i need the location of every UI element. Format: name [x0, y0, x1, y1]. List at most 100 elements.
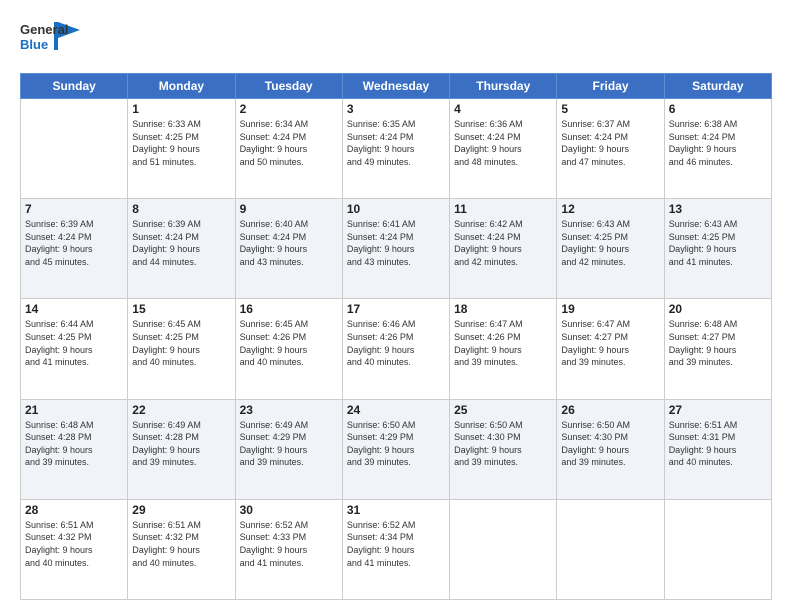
calendar-cell: 28Sunrise: 6:51 AM Sunset: 4:32 PM Dayli… — [21, 499, 128, 599]
day-number: 23 — [240, 403, 338, 417]
day-number: 14 — [25, 302, 123, 316]
day-info: Sunrise: 6:46 AM Sunset: 4:26 PM Dayligh… — [347, 318, 445, 368]
day-number: 4 — [454, 102, 552, 116]
weekday-header-friday: Friday — [557, 74, 664, 99]
calendar-cell: 1 Sunrise: 6:33 AM Sunset: 4:25 PM Daylig… — [128, 99, 235, 199]
weekday-header-thursday: Thursday — [450, 74, 557, 99]
day-info: Sunrise: 6:52 AM Sunset: 4:33 PM Dayligh… — [240, 519, 338, 569]
calendar-cell: 31 Sunrise: 6:52 AM Sunset: 4:34 PM Dayli… — [342, 499, 449, 599]
calendar-cell: 6 Sunrise: 6:38 AM Sunset: 4:24 PM Daylig… — [664, 99, 771, 199]
week-row-3: 14 Sunrise: 6:44 AM Sunset: 4:25 PM Dayli… — [21, 299, 772, 399]
calendar-cell: 19 Sunrise: 6:47 AM Sunset: 4:27 PM Dayli… — [557, 299, 664, 399]
day-number: 20 — [669, 302, 767, 316]
day-info: Sunrise: 6:47 AM Sunset: 4:26 PM Dayligh… — [454, 318, 552, 368]
calendar-cell — [21, 99, 128, 199]
day-number: 3 — [347, 102, 445, 116]
calendar-cell: 10Sunrise: 6:41 AM Sunset: 4:24 PM Dayli… — [342, 199, 449, 299]
calendar-cell: 4Sunrise: 6:36 AM Sunset: 4:24 PM Daylig… — [450, 99, 557, 199]
calendar-cell: 14 Sunrise: 6:44 AM Sunset: 4:25 PM Dayli… — [21, 299, 128, 399]
day-info: Sunrise: 6:49 AM Sunset: 4:28 PM Dayligh… — [132, 419, 230, 469]
weekday-header-saturday: Saturday — [664, 74, 771, 99]
day-number: 26 — [561, 403, 659, 417]
svg-text:Blue: Blue — [20, 37, 48, 52]
day-number: 9 — [240, 202, 338, 216]
day-number: 15 — [132, 302, 230, 316]
day-info: Sunrise: 6:37 AM Sunset: 4:24 PM Dayligh… — [561, 118, 659, 168]
calendar-cell: 5 Sunrise: 6:37 AM Sunset: 4:24 PM Daylig… — [557, 99, 664, 199]
day-info: Sunrise: 6:47 AM Sunset: 4:27 PM Dayligh… — [561, 318, 659, 368]
calendar-cell: 3 Sunrise: 6:35 AM Sunset: 4:24 PM Daylig… — [342, 99, 449, 199]
calendar-cell — [664, 499, 771, 599]
day-number: 1 — [132, 102, 230, 116]
week-row-1: 1 Sunrise: 6:33 AM Sunset: 4:25 PM Daylig… — [21, 99, 772, 199]
day-number: 17 — [347, 302, 445, 316]
calendar-cell: 25 Sunrise: 6:50 AM Sunset: 4:30 PM Dayli… — [450, 399, 557, 499]
day-info: Sunrise: 6:39 AM Sunset: 4:24 PM Dayligh… — [132, 218, 230, 268]
day-number: 29 — [132, 503, 230, 517]
day-number: 12 — [561, 202, 659, 216]
day-number: 11 — [454, 202, 552, 216]
calendar-cell: 24Sunrise: 6:50 AM Sunset: 4:29 PM Dayli… — [342, 399, 449, 499]
logo: General Blue — [20, 16, 130, 63]
day-info: Sunrise: 6:52 AM Sunset: 4:34 PM Dayligh… — [347, 519, 445, 569]
logo-text: General Blue — [20, 16, 130, 63]
week-row-4: 21 Sunrise: 6:48 AM Sunset: 4:28 PM Dayli… — [21, 399, 772, 499]
calendar-cell: 21 Sunrise: 6:48 AM Sunset: 4:28 PM Dayli… — [21, 399, 128, 499]
weekday-header-tuesday: Tuesday — [235, 74, 342, 99]
calendar-cell: 2 Sunrise: 6:34 AM Sunset: 4:24 PM Daylig… — [235, 99, 342, 199]
day-number: 6 — [669, 102, 767, 116]
calendar-cell: 30Sunrise: 6:52 AM Sunset: 4:33 PM Dayli… — [235, 499, 342, 599]
day-info: Sunrise: 6:50 AM Sunset: 4:29 PM Dayligh… — [347, 419, 445, 469]
calendar-cell: 22 Sunrise: 6:49 AM Sunset: 4:28 PM Dayli… — [128, 399, 235, 499]
calendar-cell: 12Sunrise: 6:43 AM Sunset: 4:25 PM Dayli… — [557, 199, 664, 299]
day-info: Sunrise: 6:34 AM Sunset: 4:24 PM Dayligh… — [240, 118, 338, 168]
weekday-header-wednesday: Wednesday — [342, 74, 449, 99]
day-number: 2 — [240, 102, 338, 116]
day-info: Sunrise: 6:48 AM Sunset: 4:28 PM Dayligh… — [25, 419, 123, 469]
calendar-cell: 23 Sunrise: 6:49 AM Sunset: 4:29 PM Dayli… — [235, 399, 342, 499]
calendar-cell: 9 Sunrise: 6:40 AM Sunset: 4:24 PM Daylig… — [235, 199, 342, 299]
calendar-cell — [450, 499, 557, 599]
day-info: Sunrise: 6:48 AM Sunset: 4:27 PM Dayligh… — [669, 318, 767, 368]
day-info: Sunrise: 6:45 AM Sunset: 4:26 PM Dayligh… — [240, 318, 338, 368]
day-number: 31 — [347, 503, 445, 517]
calendar-cell: 18Sunrise: 6:47 AM Sunset: 4:26 PM Dayli… — [450, 299, 557, 399]
day-info: Sunrise: 6:38 AM Sunset: 4:24 PM Dayligh… — [669, 118, 767, 168]
day-number: 5 — [561, 102, 659, 116]
day-number: 19 — [561, 302, 659, 316]
day-info: Sunrise: 6:35 AM Sunset: 4:24 PM Dayligh… — [347, 118, 445, 168]
calendar-cell: 27Sunrise: 6:51 AM Sunset: 4:31 PM Dayli… — [664, 399, 771, 499]
day-info: Sunrise: 6:33 AM Sunset: 4:25 PM Dayligh… — [132, 118, 230, 168]
day-info: Sunrise: 6:50 AM Sunset: 4:30 PM Dayligh… — [454, 419, 552, 469]
day-number: 13 — [669, 202, 767, 216]
calendar-cell: 8 Sunrise: 6:39 AM Sunset: 4:24 PM Daylig… — [128, 199, 235, 299]
calendar-cell: 13 Sunrise: 6:43 AM Sunset: 4:25 PM Dayli… — [664, 199, 771, 299]
day-info: Sunrise: 6:49 AM Sunset: 4:29 PM Dayligh… — [240, 419, 338, 469]
day-number: 16 — [240, 302, 338, 316]
day-info: Sunrise: 6:43 AM Sunset: 4:25 PM Dayligh… — [669, 218, 767, 268]
day-info: Sunrise: 6:40 AM Sunset: 4:24 PM Dayligh… — [240, 218, 338, 268]
calendar-table: SundayMondayTuesdayWednesdayThursdayFrid… — [20, 73, 772, 600]
calendar-cell: 11Sunrise: 6:42 AM Sunset: 4:24 PM Dayli… — [450, 199, 557, 299]
day-number: 27 — [669, 403, 767, 417]
svg-text:General: General — [20, 22, 68, 37]
calendar-cell: 26Sunrise: 6:50 AM Sunset: 4:30 PM Dayli… — [557, 399, 664, 499]
week-row-2: 7Sunrise: 6:39 AM Sunset: 4:24 PM Daylig… — [21, 199, 772, 299]
day-info: Sunrise: 6:51 AM Sunset: 4:32 PM Dayligh… — [132, 519, 230, 569]
day-number: 8 — [132, 202, 230, 216]
day-number: 21 — [25, 403, 123, 417]
calendar-cell: 20 Sunrise: 6:48 AM Sunset: 4:27 PM Dayli… — [664, 299, 771, 399]
day-number: 22 — [132, 403, 230, 417]
logo-svg: General Blue — [20, 16, 130, 58]
day-info: Sunrise: 6:44 AM Sunset: 4:25 PM Dayligh… — [25, 318, 123, 368]
calendar-page: General Blue SundayMondayTuesdayWednesda… — [0, 0, 792, 612]
calendar-cell: 29 Sunrise: 6:51 AM Sunset: 4:32 PM Dayli… — [128, 499, 235, 599]
calendar-cell — [557, 499, 664, 599]
day-info: Sunrise: 6:51 AM Sunset: 4:32 PM Dayligh… — [25, 519, 123, 569]
day-info: Sunrise: 6:45 AM Sunset: 4:25 PM Dayligh… — [132, 318, 230, 368]
calendar-cell: 7Sunrise: 6:39 AM Sunset: 4:24 PM Daylig… — [21, 199, 128, 299]
calendar-cell: 17 Sunrise: 6:46 AM Sunset: 4:26 PM Dayli… — [342, 299, 449, 399]
week-row-5: 28Sunrise: 6:51 AM Sunset: 4:32 PM Dayli… — [21, 499, 772, 599]
day-number: 25 — [454, 403, 552, 417]
day-number: 10 — [347, 202, 445, 216]
